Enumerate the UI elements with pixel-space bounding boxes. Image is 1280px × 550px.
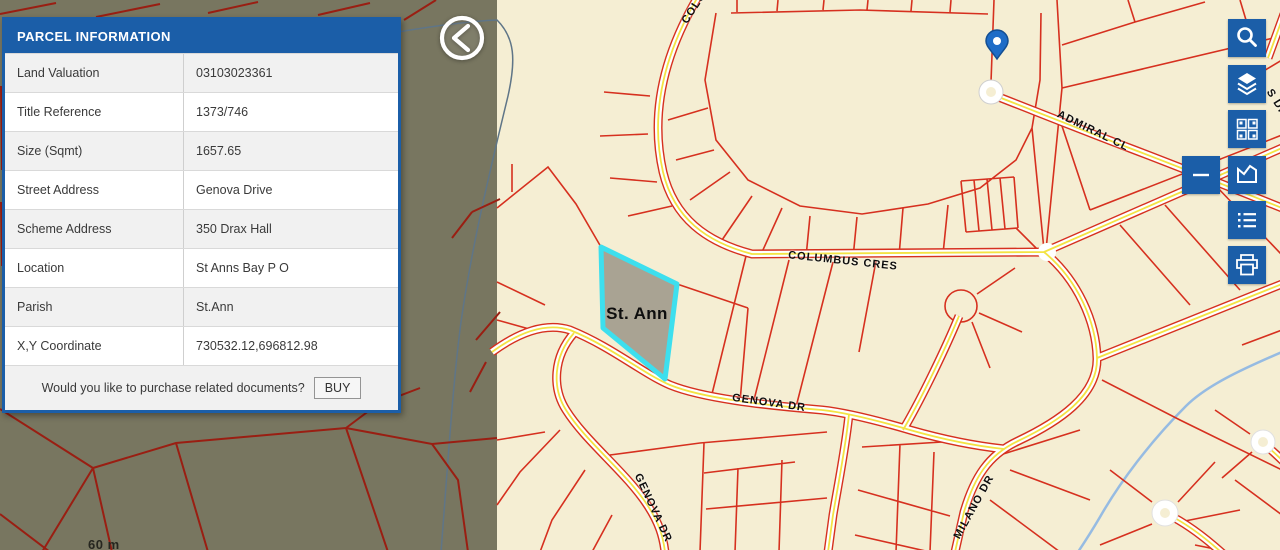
purchase-question: Would you like to purchase related docum… [41,381,305,395]
layers-icon [1237,73,1257,96]
row-label: Parish [17,300,53,314]
collapse-panel-button[interactable] [438,14,486,62]
legend-button[interactable] [1228,201,1266,239]
row-value: 1373/746 [183,93,398,131]
row-value: St.Ann [183,288,398,326]
measure-area-icon [1237,164,1257,183]
minus-icon [1193,173,1209,177]
gis-app-window: COLU ADMIRAL CL COLUMBUS CRES GENOVA DR … [0,0,1280,550]
parcel-row-street-address: Street Address Genova Drive [5,170,398,209]
row-label: X,Y Coordinate [17,339,102,353]
basemap-gallery-button[interactable] [1228,110,1266,148]
scale-bar-label: 60 m [88,537,120,550]
panel-title: PARCEL INFORMATION [5,20,398,53]
back-circle-icon [439,15,485,61]
row-value: 1657.65 [183,132,398,170]
print-button[interactable] [1228,246,1266,284]
layers-button[interactable] [1228,65,1266,103]
parcel-row-xy-coordinate: X,Y Coordinate 730532.12,696812.98 [5,326,398,365]
parcel-row-location: Location St Anns Bay P O [5,248,398,287]
parcel-row-parish: Parish St.Ann [5,287,398,326]
row-label: Location [17,261,65,275]
search-icon [1237,27,1257,47]
measure-button[interactable] [1228,156,1266,194]
print-icon [1236,254,1258,276]
row-label: Title Reference [17,105,102,119]
zoom-out-button[interactable] [1182,156,1220,194]
row-value: 350 Drax Hall [183,210,398,248]
parcel-row-scheme-address: Scheme Address 350 Drax Hall [5,209,398,248]
row-label: Size (Sqmt) [17,144,83,158]
row-value: 03103023361 [183,54,398,92]
search-button[interactable] [1228,19,1266,57]
row-value: 730532.12,696812.98 [183,327,398,365]
parcel-info-panel: PARCEL INFORMATION Land Valuation 031030… [2,17,401,413]
parcel-row-land-valuation: Land Valuation 03103023361 [5,53,398,92]
row-label: Scheme Address [17,222,112,236]
basemap-grid-icon [1236,118,1258,140]
row-label: Street Address [17,183,99,197]
panel-footer: Would you like to purchase related docum… [5,365,398,410]
legend-list-icon [1238,213,1256,228]
parcel-row-size: Size (Sqmt) 1657.65 [5,131,398,170]
parcel-row-title-reference: Title Reference 1373/746 [5,92,398,131]
row-value: Genova Drive [183,171,398,209]
row-value: St Anns Bay P O [183,249,398,287]
row-label: Land Valuation [17,66,100,80]
buy-button[interactable]: BUY [313,377,362,399]
